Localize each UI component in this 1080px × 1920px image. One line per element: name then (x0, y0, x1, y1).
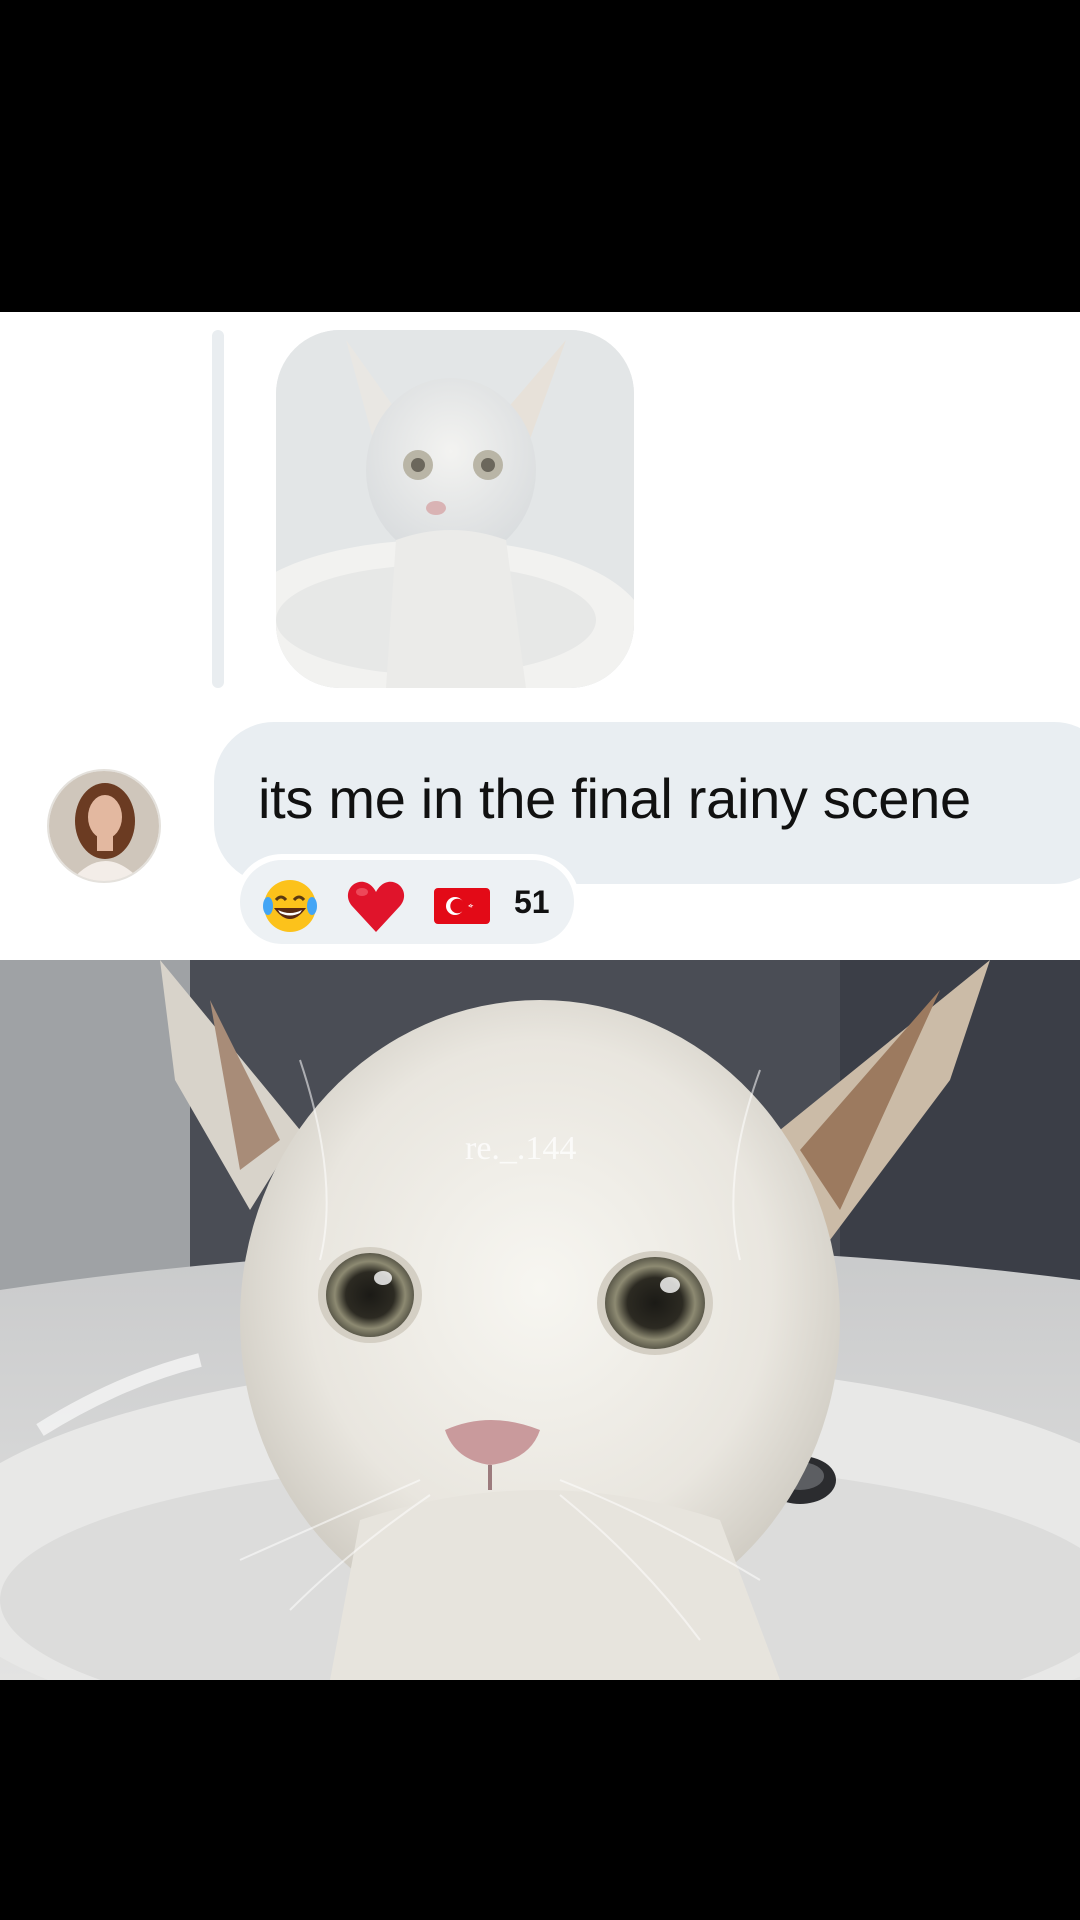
message-text: its me in the final rainy scene (258, 767, 971, 830)
reaction-count: 51 (514, 884, 550, 920)
replied-image-thumbnail[interactable] (276, 330, 634, 688)
red-heart-emoji-icon (347, 881, 405, 932)
laughing-tears-emoji-icon (263, 880, 317, 932)
wet-kitten-photo (0, 960, 1080, 1680)
sender-avatar[interactable] (47, 769, 161, 883)
profile-photo-image (49, 771, 159, 881)
turkey-flag-icon (434, 888, 490, 924)
watermark-text: re._.144 (465, 1130, 577, 1167)
reply-indicator-bar (212, 330, 224, 688)
wet-kitten-thumbnail-image (276, 330, 634, 688)
wet-kitten-image (0, 960, 1080, 1680)
